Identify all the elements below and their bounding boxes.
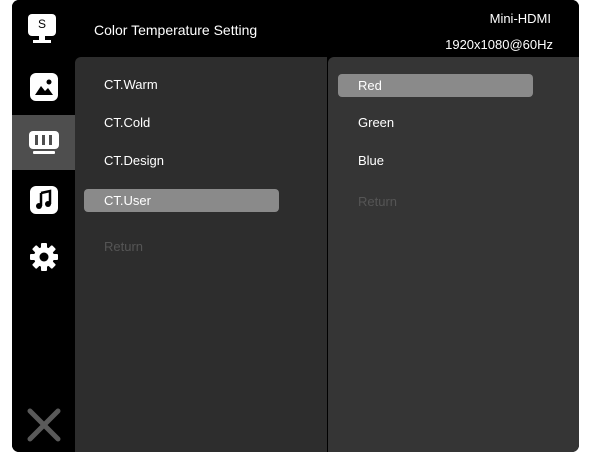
logo-letter: S: [37, 17, 46, 31]
menu-item-label: CT.User: [104, 193, 151, 208]
menu-item-blue[interactable]: Blue: [338, 149, 533, 172]
rgb-channel-menu: Red Green Blue Return: [328, 57, 579, 452]
sidebar-item-settings[interactable]: [12, 229, 75, 284]
menu-item-label: CT.Design: [104, 153, 164, 168]
sidebar: [12, 57, 75, 452]
music-note-icon: [29, 185, 58, 214]
input-source-label: Mini-HDMI: [489, 11, 551, 26]
gear-icon: [29, 242, 58, 271]
menu-item-label: CT.Cold: [104, 115, 151, 130]
menu-item-ct-user[interactable]: CT.User: [84, 189, 279, 212]
color-temperature-menu: CT.Warm CT.Cold CT.Design CT.User Return: [75, 57, 327, 452]
menu-item-label: Red: [358, 78, 382, 93]
osd-window: S Color Temperature Setting Mini-HDMI 19…: [12, 0, 579, 452]
menu-item-label: Green: [358, 115, 395, 130]
page-title: Color Temperature Setting: [94, 22, 258, 38]
osd-header: S Color Temperature Setting Mini-HDMI 19…: [12, 0, 579, 57]
menu-item-return[interactable]: Return: [338, 190, 533, 213]
menu-item-label: Return: [104, 239, 144, 254]
menu-item-ct-cold[interactable]: CT.Cold: [84, 111, 279, 134]
menu-item-green[interactable]: Green: [338, 111, 533, 134]
exit-button[interactable]: [12, 397, 75, 452]
menu-item-ct-design[interactable]: CT.Design: [84, 149, 279, 172]
sidebar-item-picture[interactable]: [12, 59, 75, 114]
resolution-label: 1920x1080@60Hz: [445, 37, 553, 52]
menu-item-label: CT.Warm: [104, 77, 158, 92]
sidebar-item-audio[interactable]: [12, 172, 75, 227]
sidebar-item-display[interactable]: [12, 115, 75, 170]
display-icon: [28, 130, 59, 154]
menu-item-return[interactable]: Return: [84, 235, 279, 258]
logo-base: [33, 40, 51, 43]
menu-item-red[interactable]: Red: [338, 74, 533, 97]
menu-item-label: Return: [358, 194, 398, 209]
picture-icon: [29, 72, 58, 101]
menu-item-ct-warm[interactable]: CT.Warm: [84, 73, 279, 96]
monitor-logo-icon: S: [28, 14, 56, 36]
close-icon: [27, 408, 60, 441]
menu-item-label: Blue: [358, 153, 385, 168]
